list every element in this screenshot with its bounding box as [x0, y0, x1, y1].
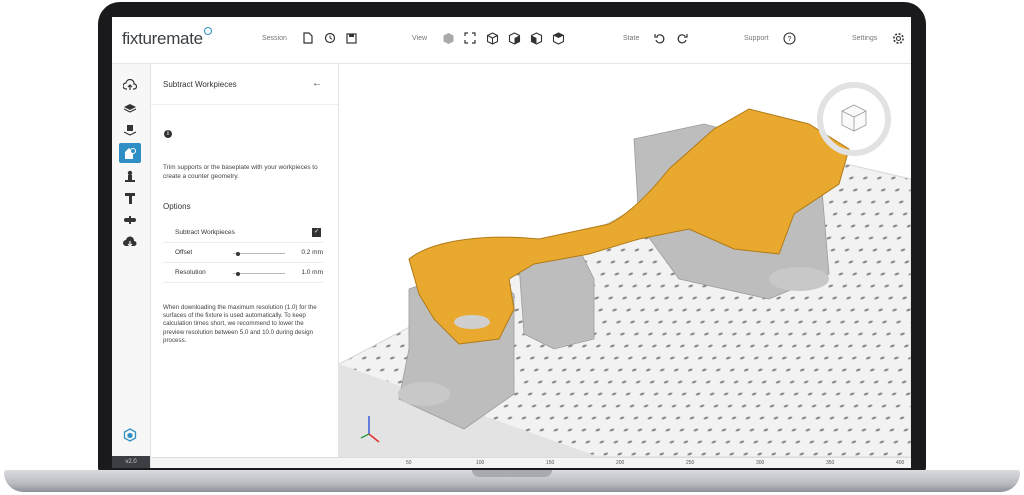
session-group: Session [262, 31, 359, 45]
app-screen: fixturemate Session View State Support ? [112, 17, 911, 468]
ruler-tick-label: 150 [546, 460, 555, 466]
tool-sidebar: v2.0 [112, 64, 151, 468]
logo-ring-icon [203, 27, 212, 35]
new-file-icon[interactable] [301, 31, 315, 45]
undo-icon[interactable] [653, 31, 667, 45]
3d-viewport[interactable] [339, 64, 911, 457]
app-logo[interactable]: fixturemate [122, 27, 212, 49]
back-arrow-icon[interactable]: ← [312, 78, 322, 89]
ruler-tick-label: 300 [756, 460, 765, 466]
state-group: State [623, 31, 689, 45]
clamps-button[interactable] [119, 188, 141, 208]
position-workpiece-button[interactable] [119, 120, 141, 140]
subtract-workpieces-panel: Subtract Workpieces ← i Trim supports or… [151, 64, 339, 468]
label-tag-icon [124, 216, 136, 224]
workpiece-hole [454, 315, 490, 329]
panel-title: Subtract Workpieces [163, 80, 237, 89]
download-button[interactable] [119, 232, 141, 252]
ruler-tick-label: 400 [896, 460, 905, 466]
view-label: View [412, 34, 428, 42]
view-side-cube-icon[interactable] [529, 31, 543, 45]
redo-icon[interactable] [675, 31, 689, 45]
bottom-ruler: 50100150200250300350400450 [339, 457, 911, 468]
ruler-tick-label: 50 [406, 460, 412, 466]
subtract-workpieces-button[interactable] [119, 143, 141, 163]
panel-header: Subtract Workpieces ← [151, 64, 338, 105]
support-pillar-icon [125, 170, 135, 182]
settings-label: Settings [852, 34, 878, 42]
save-icon[interactable] [345, 31, 359, 45]
subtract-workpieces-checkbox[interactable]: ✓ [312, 228, 321, 237]
fixture-3d-scene [339, 82, 911, 457]
history-icon[interactable] [323, 31, 337, 45]
info-icon[interactable]: i [164, 130, 172, 138]
panel-description: Trim supports or the baseplate with your… [163, 164, 318, 180]
ruler-tick-label: 100 [476, 460, 485, 466]
resolution-note: When downloading the maximum resolution … [163, 304, 317, 344]
support-label: Support [744, 34, 769, 42]
subtract-workpieces-option: Subtract Workpieces ✓ [163, 224, 323, 243]
settings-group: Settings [852, 31, 905, 45]
resolution-slider[interactable] [233, 271, 285, 276]
version-label: v2.0 [112, 456, 150, 468]
state-label: State [623, 34, 640, 42]
offset-option: Offset 0.2 mm [163, 244, 323, 263]
option-label: Resolution [175, 269, 206, 276]
view-iso-cube-icon[interactable] [485, 31, 499, 45]
fixture-view-button[interactable] [119, 425, 141, 445]
view-top-cube-icon[interactable] [551, 31, 565, 45]
upload-workpiece-button[interactable] [119, 75, 141, 95]
supports-button[interactable] [119, 166, 141, 186]
cube-hexagon-icon [123, 428, 137, 442]
labels-button[interactable] [119, 210, 141, 230]
offset-value: 0.2 mm [301, 249, 323, 256]
box-on-plate-icon [123, 125, 137, 136]
subtract-shapes-icon [125, 147, 136, 159]
option-label: Subtract Workpieces [175, 229, 235, 236]
ruler-tick-label: 200 [616, 460, 625, 466]
view-front-cube-icon[interactable] [507, 31, 521, 45]
ruler-tick-label: 350 [826, 460, 835, 466]
session-label: Session [262, 34, 287, 42]
resolution-slider-handle[interactable] [235, 271, 240, 276]
options-heading: Options [163, 202, 191, 211]
ruler-tick-label: 250 [686, 460, 695, 466]
clamp-icon [125, 192, 135, 204]
gear-icon[interactable] [891, 31, 905, 45]
cloud-upload-icon [123, 79, 137, 90]
resolution-value: 1.0 mm [301, 269, 323, 276]
help-icon[interactable]: ? [783, 31, 797, 45]
view-solid-cube-icon[interactable] [441, 31, 455, 45]
cloud-download-icon [123, 236, 137, 247]
offset-slider-handle[interactable] [235, 251, 240, 256]
laptop-notch [472, 470, 552, 477]
ruler-left-bar [151, 457, 339, 468]
view-group: View [412, 31, 565, 45]
support-group: Support ? [744, 31, 797, 45]
top-toolbar: fixturemate Session View State Support ? [112, 17, 911, 64]
baseplate-button[interactable] [119, 98, 141, 118]
offset-slider[interactable] [233, 251, 285, 256]
layers-icon [123, 104, 137, 113]
resolution-option: Resolution 1.0 mm [163, 264, 323, 283]
view-fit-icon[interactable] [463, 31, 477, 45]
svg-text:?: ? [788, 36, 792, 43]
option-label: Offset [175, 249, 193, 256]
nav-cube[interactable] [817, 82, 891, 156]
